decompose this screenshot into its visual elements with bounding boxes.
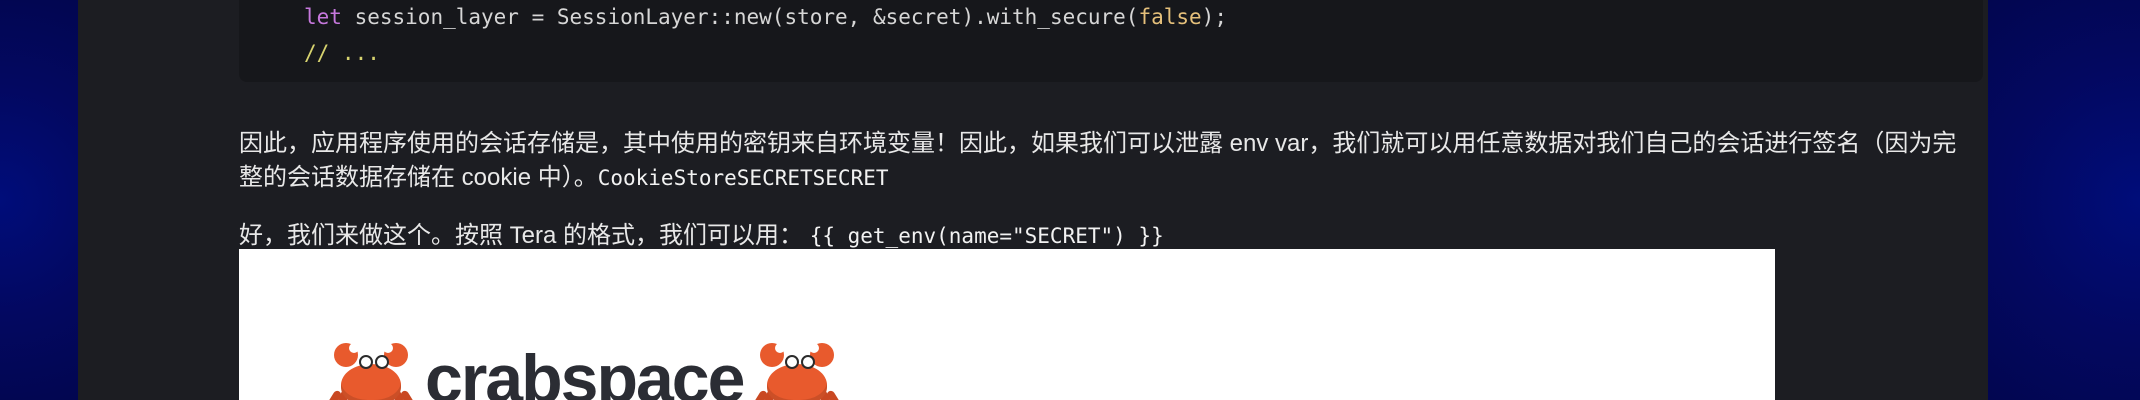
- paragraph-text: 好，我们来做这个。按照 Tera 的格式，我们可以用：: [239, 222, 804, 249]
- inline-code: {{ get_env(name="SECRET") }}: [809, 224, 1164, 248]
- crabspace-preview-image: crabspace: [239, 249, 1775, 400]
- article-content: let session_layer = SessionLayer::new(st…: [78, 0, 1988, 400]
- code-comment: // ...: [304, 41, 380, 65]
- code-statement: session_layer = SessionLayer::new(store,…: [341, 5, 1139, 29]
- logo-text: crabspace: [425, 341, 745, 400]
- code-boolean: false: [1138, 5, 1202, 29]
- right-background: [1988, 0, 2140, 400]
- paragraph-text: 因此，应用程序使用的会话存储是，其中使用的密钥来自环境变量！因此，如果我们可以泄…: [239, 130, 1957, 191]
- code-line: let session_layer = SessionLayer::new(st…: [304, 3, 1227, 31]
- code-block: let session_layer = SessionLayer::new(st…: [239, 0, 1983, 82]
- code-keyword: let: [304, 5, 342, 29]
- crab-icon: [325, 338, 417, 400]
- left-background: [0, 0, 78, 400]
- code-statement-end: );: [1201, 5, 1227, 29]
- inline-code: CookieStoreSECRETSECRET: [597, 166, 889, 190]
- article-paragraph: 因此，应用程序使用的会话存储是，其中使用的密钥来自环境变量！因此，如果我们可以泄…: [239, 127, 1979, 195]
- crab-icon: [751, 338, 844, 400]
- crabspace-logo: crabspace: [325, 338, 844, 400]
- article-paragraph: 好，我们来做这个。按照 Tera 的格式，我们可以用： {{ get_env(n…: [239, 219, 1979, 253]
